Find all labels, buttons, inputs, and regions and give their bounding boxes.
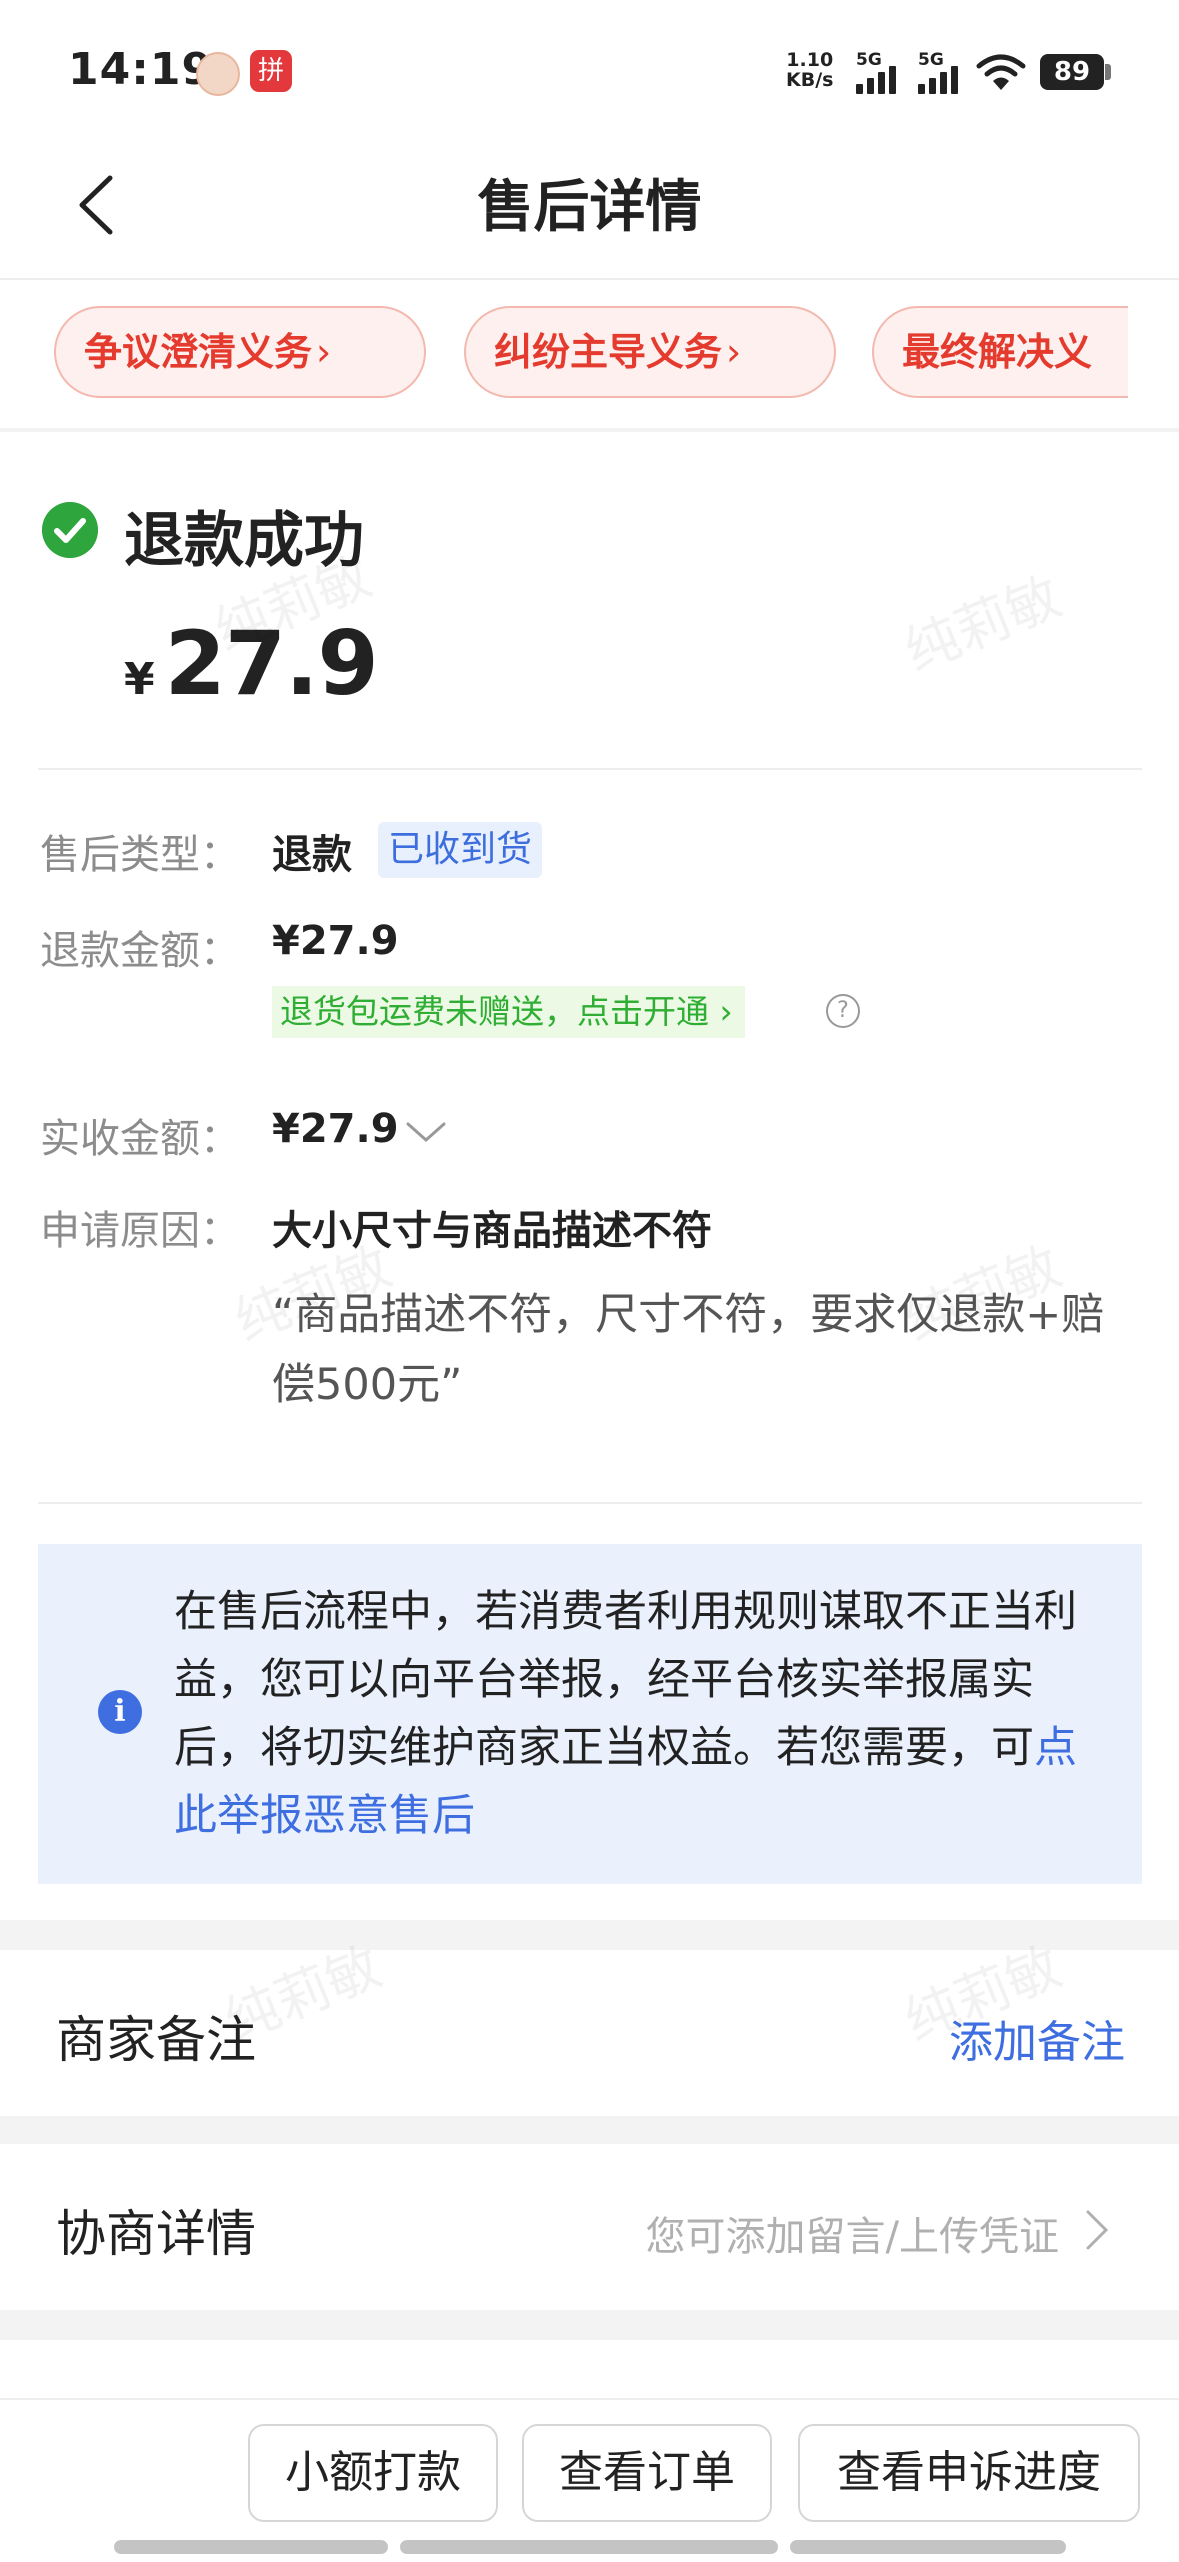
section-gap xyxy=(0,2116,1179,2144)
chip-dispute-clarification[interactable]: 争议澄清义务 › xyxy=(54,306,426,398)
header-divider xyxy=(0,278,1179,280)
network-speed-unit: KB/s xyxy=(786,69,834,91)
chip-label: 纠纷主导义务 xyxy=(494,330,723,374)
chevron-right-icon: › xyxy=(316,330,332,374)
negotiation-hint[interactable]: 您可添加留言/上传凭证 xyxy=(646,2204,1059,2262)
wifi-icon xyxy=(976,54,1026,90)
currency-symbol: ¥ xyxy=(124,654,155,705)
info-icon: i xyxy=(98,1690,142,1734)
obligation-chips: 争议澄清义务 › 纠纷主导义务 › 最终解决义 xyxy=(0,282,1179,430)
after-sale-type-label: 售后类型： xyxy=(40,832,240,878)
notification-avatar-icon xyxy=(196,52,240,96)
check-circle-icon xyxy=(42,502,98,558)
scroll-indicator xyxy=(790,2540,1066,2554)
negotiation-title: 协商详情 xyxy=(56,2205,256,2263)
watermark: 纯莉敏 xyxy=(895,564,1070,684)
page-title: 售后详情 xyxy=(477,175,702,240)
chip-label: 最终解决义 xyxy=(902,330,1093,374)
chip-dispute-leading[interactable]: 纠纷主导义务 › xyxy=(464,306,836,398)
network-speed: 1.10 KB/s xyxy=(786,50,833,90)
scroll-indicator xyxy=(400,2540,778,2554)
goods-received-tag: 已收到货 xyxy=(378,822,543,878)
received-amount-value: ¥27.9 xyxy=(272,1106,399,1152)
chevron-right-icon: › xyxy=(726,330,742,374)
refund-amount-label: 退款金额： xyxy=(40,928,240,974)
small-payment-button[interactable]: 小额打款 xyxy=(248,2424,498,2522)
status-time: 14:19 xyxy=(68,44,214,95)
chip-label: 争议澄清义务 xyxy=(84,330,313,374)
battery-icon: 89 xyxy=(1040,54,1104,90)
pinduoduo-app-icon: 拼 xyxy=(250,50,292,92)
notice-body: 在售后流程中，若消费者利用规则谋取不正当利益，您可以向平台举报，经平台核实举报属… xyxy=(174,1587,1077,1773)
chevron-right-icon[interactable] xyxy=(1082,2206,1112,2254)
chevron-down-icon[interactable] xyxy=(404,1116,448,1148)
help-icon[interactable]: ? xyxy=(826,994,860,1028)
chips-divider xyxy=(0,428,1179,432)
signal-2-icon: 5G xyxy=(916,50,964,94)
chip-fade xyxy=(1128,282,1179,430)
reason-label: 申请原因： xyxy=(40,1208,240,1254)
return-shipping-promo[interactable]: 退货包运费未赠送，点击开通 › xyxy=(272,986,745,1038)
received-amount-label: 实收金额： xyxy=(40,1116,240,1162)
signal-1-icon: 5G xyxy=(854,50,902,94)
section-divider xyxy=(38,768,1142,770)
section-gap xyxy=(0,2310,1179,2340)
network-speed-value: 1.10 xyxy=(786,49,834,71)
sim2-label: 5G xyxy=(918,50,944,70)
after-sale-type-value: 退款 xyxy=(272,832,352,878)
view-appeal-progress-button[interactable]: 查看申诉进度 xyxy=(798,2424,1140,2522)
section-divider xyxy=(38,1502,1142,1504)
battery-tip xyxy=(1105,64,1111,80)
report-notice-text: 在售后流程中，若消费者利用规则谋取不正当利益，您可以向平台举报，经平台核实举报属… xyxy=(174,1578,1094,1850)
sim1-label: 5G xyxy=(856,50,882,70)
refund-amount-value: ¥27.9 xyxy=(272,918,399,964)
view-order-button[interactable]: 查看订单 xyxy=(522,2424,772,2522)
scroll-indicator xyxy=(114,2540,388,2554)
